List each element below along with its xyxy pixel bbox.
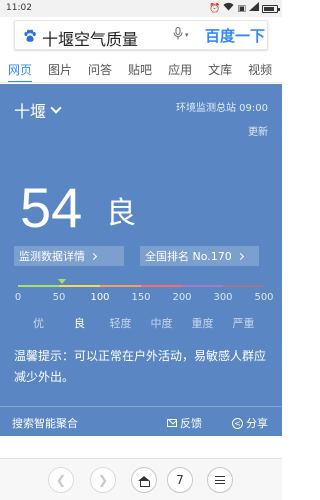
scale-tick: 200 <box>172 292 192 303</box>
status-bar: 11:02 ⏰ ▣ <box>0 0 282 17</box>
scale-tick: 0 <box>14 292 22 303</box>
spacer <box>0 436 282 458</box>
national-rank-label: 全国排名 No.170 <box>145 250 232 263</box>
battery-icon <box>262 4 280 13</box>
forward-button[interactable]: ❯ <box>90 467 116 493</box>
mic-icon[interactable] <box>173 27 183 43</box>
home-button[interactable] <box>131 467 157 493</box>
wifi-icon <box>223 2 234 15</box>
search-button[interactable]: 百度一下 <box>203 21 267 49</box>
baidu-paw-icon <box>24 29 36 42</box>
mic-dropdown-icon[interactable]: ▾ <box>185 31 189 39</box>
chevron-down-icon <box>50 102 62 114</box>
chevron-right-icon <box>89 252 98 260</box>
search-tabs: 网页 图片 问答 贴吧 应用 文库 视频 <box>0 53 282 83</box>
card-footer: 搜索智能聚合 反馈 < 分享 <box>0 406 282 436</box>
feedback-label: 反馈 <box>180 417 202 430</box>
feedback-button[interactable]: 反馈 <box>167 415 202 431</box>
tab-item[interactable]: 应用 <box>160 53 200 82</box>
health-tip: 温馨提示：可以正常在户外活动，易敏感人群应减少外出。 <box>14 349 267 384</box>
city-selector[interactable]: 十堰 <box>14 98 62 122</box>
scale-tick: 150 <box>131 292 151 303</box>
aqi-marker-icon <box>58 279 67 284</box>
tab-count-button[interactable]: 7 <box>167 467 193 493</box>
scale-tick: 100 <box>90 292 110 303</box>
status-time: 11:02 <box>6 3 32 13</box>
menu-icon <box>215 476 225 484</box>
search-input[interactable]: 十堰空气质量 <box>42 26 138 50</box>
tab-item[interactable]: 问答 <box>80 53 120 82</box>
share-icon: < <box>232 417 243 429</box>
scale-segment <box>18 285 59 287</box>
aqi-scale: 0 50 100 150 200 300 500 优 良 轻度 中度 重度 严重 <box>14 279 274 340</box>
chevron-right-icon <box>236 252 244 260</box>
scale-segment <box>182 285 223 287</box>
alarm-icon: ⏰ <box>209 3 221 14</box>
share-label: 分享 <box>246 417 268 430</box>
scale-tick: 500 <box>254 292 274 303</box>
national-rank-button[interactable]: 全国排名 No.170 <box>140 246 259 266</box>
scale-level: 轻度 <box>109 317 132 330</box>
scale-segment <box>100 285 141 287</box>
scale-tick: 300 <box>213 292 233 303</box>
scale-segment <box>223 285 264 287</box>
browser-bottom-bar: ❮ ❯ 7 <box>0 458 282 500</box>
tab-item[interactable]: 图片 <box>40 53 80 82</box>
station-time: 环境监测总站 09:00 <box>176 103 268 114</box>
aggregate-label: 搜索智能聚合 <box>12 417 78 430</box>
sim-icon: ▣ <box>237 3 246 14</box>
city-name: 十堰 <box>14 102 47 121</box>
tab-item[interactable]: 贴吧 <box>120 53 160 82</box>
air-quality-card: 十堰 环境监测总站 09:00 更新 54 良 监测数据详情 全国排名 No.1… <box>0 84 282 436</box>
scale-segment <box>141 285 182 287</box>
update-link[interactable]: 更新 <box>248 123 268 138</box>
scale-level: 重度 <box>191 317 214 330</box>
search-box[interactable]: 十堰空气质量 ▾ 百度一下 <box>14 20 268 50</box>
status-icons: ⏰ ▣ <box>209 2 280 15</box>
scale-level: 良 <box>74 317 85 330</box>
home-icon <box>138 475 150 487</box>
aqi-value: 54 <box>20 176 83 239</box>
signal-icon <box>249 2 259 15</box>
menu-button[interactable] <box>207 467 233 493</box>
search-header: 十堰空气质量 ▾ 百度一下 <box>0 17 282 52</box>
mail-icon <box>167 419 177 427</box>
tab-item[interactable]: 视频 <box>240 53 280 82</box>
scale-segment <box>59 285 100 287</box>
detail-data-button[interactable]: 监测数据详情 <box>14 246 124 266</box>
scale-level: 中度 <box>150 317 173 330</box>
share-button[interactable]: < 分享 <box>232 415 268 431</box>
scale-tick: 50 <box>52 292 66 303</box>
tab-item[interactable]: 网页 <box>0 53 40 82</box>
detail-data-label: 监测数据详情 <box>19 250 85 263</box>
aqi-level: 良 <box>106 196 136 231</box>
back-button[interactable]: ❮ <box>48 467 74 493</box>
tab-item[interactable]: 文库 <box>200 53 240 82</box>
scale-level: 优 <box>33 317 44 330</box>
scale-level: 严重 <box>232 317 255 330</box>
